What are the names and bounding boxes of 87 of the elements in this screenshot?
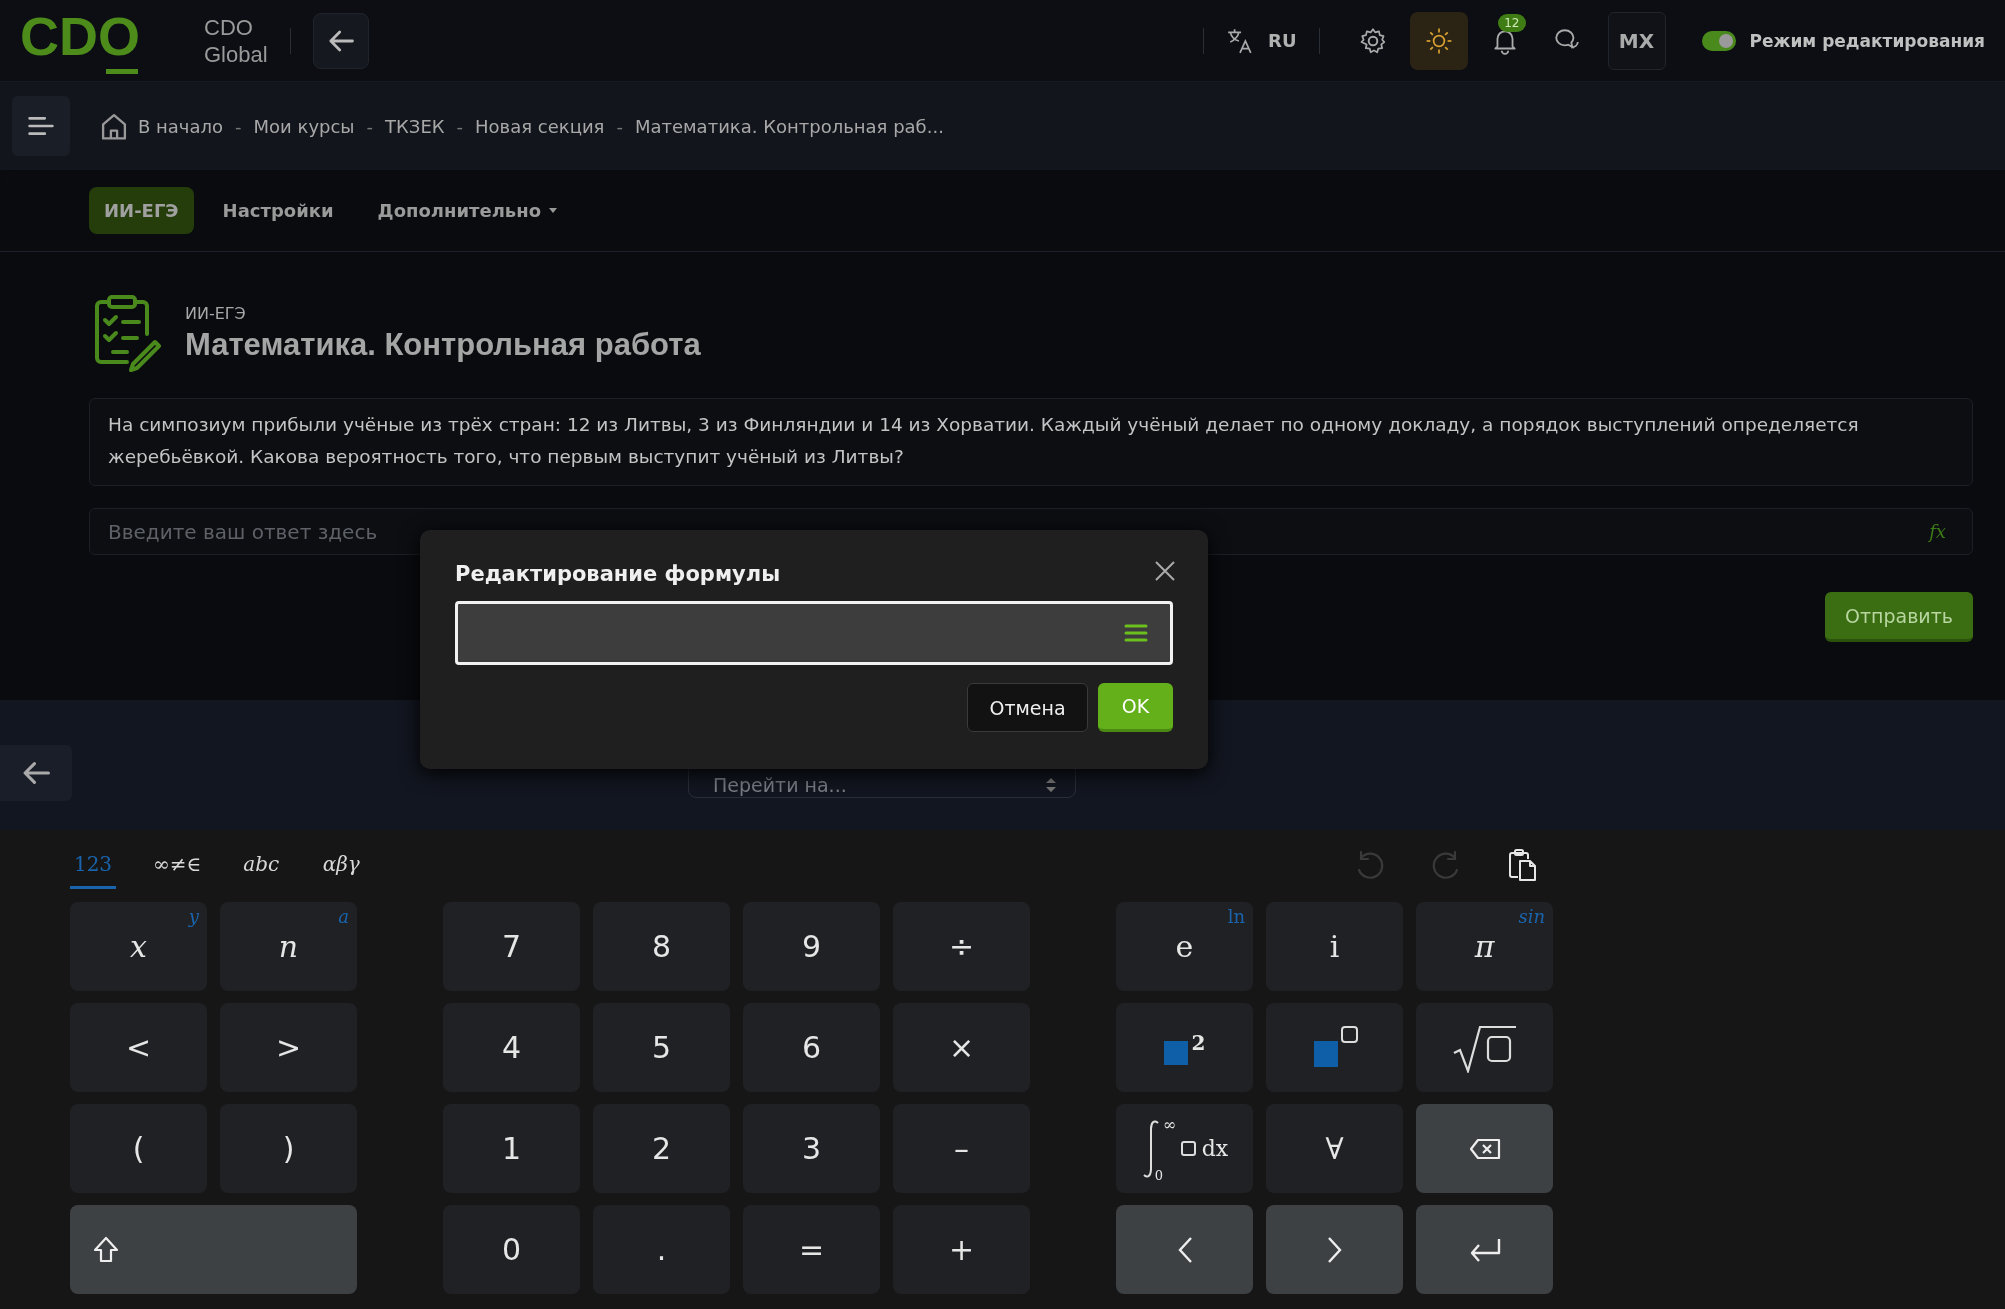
- tab[interactable]: Дополнительно: [362, 187, 573, 234]
- keyboard-key[interactable]: ∀: [1266, 1104, 1403, 1193]
- keyboard-key[interactable]: ): [220, 1104, 357, 1193]
- keyboard-key[interactable]: <: [70, 1003, 207, 1092]
- keyboard-key[interactable]: 1: [443, 1104, 580, 1193]
- home-icon: [100, 112, 128, 140]
- placeholder-box-icon: [1180, 1141, 1196, 1156]
- language-button[interactable]: RU: [1268, 30, 1297, 51]
- page-title: Математика. Контрольная работа: [185, 326, 701, 363]
- tab[interactable]: ИИ-ЕГЭ: [89, 187, 194, 234]
- shift-icon: [92, 1234, 120, 1265]
- user-avatar[interactable]: MX: [1607, 11, 1666, 70]
- keyboard-key[interactable]: 2: [1116, 1003, 1253, 1092]
- keyboard-key[interactable]: .: [593, 1205, 730, 1294]
- keyboard-key[interactable]: 7: [443, 902, 580, 991]
- arrow-left-icon: [22, 759, 50, 787]
- tab[interactable]: Настройки: [207, 187, 349, 234]
- settings-icon[interactable]: [1358, 26, 1387, 55]
- keyboard-key[interactable]: 2: [593, 1104, 730, 1193]
- submit-button[interactable]: Отправить: [1825, 592, 1973, 642]
- shift-label: ln: [1227, 906, 1245, 927]
- sort-caret-icon: [1045, 778, 1057, 792]
- integral-sign-icon: [1140, 1118, 1161, 1179]
- dialog-title: Редактирование формулы: [455, 562, 781, 586]
- lower-limit: 0: [1154, 1167, 1164, 1183]
- logo[interactable]: CDO: [20, 5, 142, 76]
- keyboard-tab[interactable]: ∞≠∈: [150, 843, 205, 889]
- keyboard-key[interactable]: =: [743, 1205, 880, 1294]
- keyboard-key[interactable]: i: [1266, 902, 1403, 991]
- breadcrumb-link[interactable]: В начало: [138, 115, 224, 137]
- cancel-button[interactable]: Отмена: [967, 683, 1088, 732]
- formula-button[interactable]: fx: [1929, 521, 1946, 542]
- formula-field[interactable]: [455, 601, 1173, 665]
- menu-icon[interactable]: [1124, 623, 1148, 643]
- breadcrumb-separator: -: [366, 115, 374, 137]
- upper-limit: ∞: [1162, 1114, 1177, 1134]
- backspace-icon: [1468, 1137, 1501, 1160]
- placeholder-square-icon: [1163, 1040, 1188, 1065]
- chevron-left-icon: [1176, 1235, 1193, 1264]
- keyboard-key[interactable]: 0: [443, 1205, 580, 1294]
- notification-badge: 12: [1498, 13, 1526, 32]
- differential-label: dx: [1201, 1136, 1229, 1161]
- keyboard-key[interactable]: 3: [743, 1104, 880, 1193]
- keyboard-key[interactable]: (: [70, 1104, 207, 1193]
- keyboard-key[interactable]: +: [893, 1205, 1030, 1294]
- sun-icon: [1424, 26, 1453, 55]
- keyboard-key[interactable]: 8: [593, 902, 730, 991]
- checklist-icon: [93, 294, 163, 372]
- keyboard-tab[interactable]: αβγ: [318, 843, 365, 889]
- breadcrumb-link[interactable]: ТКЗЕК: [385, 115, 445, 137]
- keyboard-key[interactable]: e ln: [1116, 902, 1253, 991]
- keyboard-key[interactable]: ∞ 0 dx: [1116, 1104, 1253, 1193]
- breadcrumb-separator: -: [235, 115, 242, 137]
- close-icon[interactable]: [1154, 560, 1176, 582]
- translate-icon[interactable]: [1226, 26, 1254, 55]
- edit-mode-label: Режим редактирования: [1749, 30, 1985, 51]
- breadcrumb-separator: -: [456, 115, 464, 137]
- menu-button[interactable]: [12, 96, 70, 156]
- keyboard-key[interactable]: 9: [743, 902, 880, 991]
- shift-label: y: [188, 906, 199, 927]
- keyboard-key[interactable]: 6: [743, 1003, 880, 1092]
- keyboard-key[interactable]: >: [220, 1003, 357, 1092]
- previous-button[interactable]: [0, 745, 72, 801]
- keyboard-key[interactable]: ×: [893, 1003, 1030, 1092]
- theme-button[interactable]: [1409, 11, 1468, 70]
- keyboard-key[interactable]: –: [893, 1104, 1030, 1193]
- keyboard-key[interactable]: 4: [443, 1003, 580, 1092]
- question-text: На симпозиум прибыли учёные из трёх стран: 12 из Литвы, 3 из Финляндии и 14 из Хорватии. Каждый учёный делает по одному докладу, а порядок выступлений определяется жеребьёвкой. Какова вероятность того, что первым выступит учёный из Литвы?: [89, 398, 1973, 486]
- keyboard-key[interactable]: ÷: [893, 902, 1030, 991]
- breadcrumb-link[interactable]: Новая секция: [475, 115, 605, 137]
- keyboard-key[interactable]: 5: [593, 1003, 730, 1092]
- keyboard-tab[interactable]: abc: [238, 843, 285, 889]
- shift-label: sin: [1518, 906, 1545, 927]
- exponent-label: 2: [1191, 1030, 1206, 1055]
- brand-name: CDO Global: [204, 13, 268, 68]
- edit-mode-toggle[interactable]: [1701, 30, 1736, 51]
- breadcrumb-link[interactable]: Математика. Контрольная раб...: [634, 115, 944, 137]
- shift-label: a: [338, 906, 349, 927]
- activity-type: ИИ-ЕГЭ: [185, 303, 247, 323]
- chevron-right-icon: [1326, 1235, 1343, 1264]
- keyboard-key[interactable]: π sin: [1416, 902, 1553, 991]
- keyboard-key[interactable]: n a: [220, 902, 357, 991]
- keyboard-key[interactable]: [1416, 1003, 1553, 1092]
- breadcrumb-link[interactable]: Мои курсы: [253, 115, 355, 137]
- back-button[interactable]: [312, 12, 369, 69]
- breadcrumb-separator: -: [616, 115, 623, 137]
- keyboard-key[interactable]: x y: [70, 902, 207, 991]
